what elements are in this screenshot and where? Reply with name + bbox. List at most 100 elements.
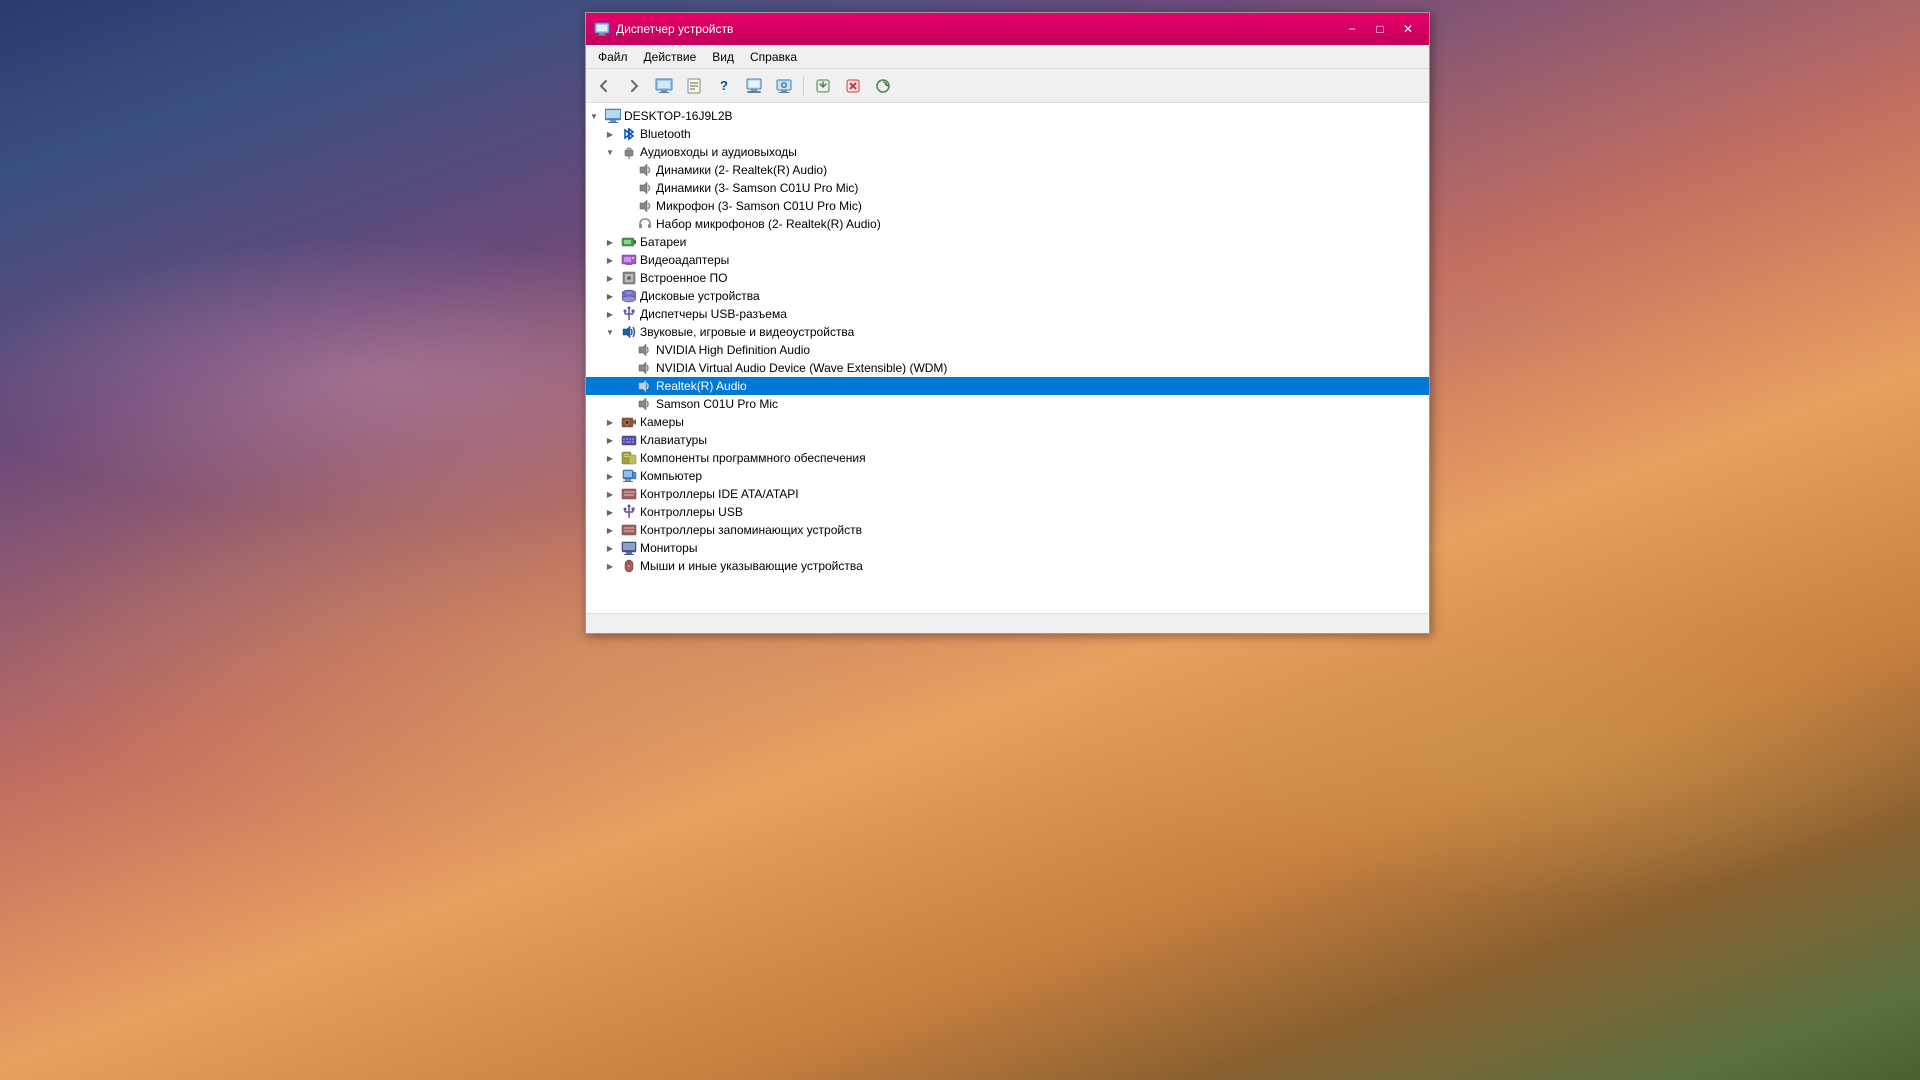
tree-item-keyboard[interactable]: ▶ Клавиатуры <box>586 431 1429 449</box>
tree-item-samson[interactable]: Samson C01U Pro Mic <box>586 395 1429 413</box>
samson-icon <box>637 396 653 412</box>
tree-item-sound[interactable]: ▼ Звуковые, игровые и видеоустройства <box>586 323 1429 341</box>
video-expand[interactable]: ▶ <box>602 252 618 268</box>
toolbar-view2[interactable] <box>740 73 768 99</box>
usb-ctrl-label: Диспетчеры USB-разъема <box>640 307 787 321</box>
tree-item-realtek[interactable]: Realtek(R) Audio <box>586 377 1429 395</box>
speaker1-label: Динамики (2- Realtek(R) Audio) <box>656 163 827 177</box>
monitors-expand[interactable]: ▶ <box>602 540 618 556</box>
toolbar-back[interactable] <box>590 73 618 99</box>
computer2-icon <box>621 468 637 484</box>
tree-item-mice[interactable]: ▶ Мыши и иные указывающие устройства <box>586 557 1429 575</box>
bluetooth-icon <box>621 126 637 142</box>
mice-icon <box>621 558 637 574</box>
realtek-icon <box>637 378 653 394</box>
usb-expand[interactable]: ▶ <box>602 306 618 322</box>
mic1-label: Микрофон (3- Samson C01U Pro Mic) <box>656 199 862 213</box>
nvidia-hd-icon <box>637 342 653 358</box>
sound-expand[interactable]: ▼ <box>602 324 618 340</box>
tree-item-mic1[interactable]: Микрофон (3- Samson C01U Pro Mic) <box>586 197 1429 215</box>
bluetooth-expand[interactable]: ▶ <box>602 126 618 142</box>
nvidia-virt-icon <box>637 360 653 376</box>
menu-view[interactable]: Вид <box>704 48 742 66</box>
cameras-icon <box>621 414 637 430</box>
computer-icon <box>605 108 621 124</box>
tree-item-audio-io[interactable]: ▼ Аудиовходы и аудиовыходы <box>586 143 1429 161</box>
tree-item-speaker1[interactable]: Динамики (2- Realtek(R) Audio) <box>586 161 1429 179</box>
samson-label: Samson C01U Pro Mic <box>656 397 778 411</box>
usb2-expand[interactable]: ▶ <box>602 504 618 520</box>
root-expand-icon[interactable]: ▼ <box>586 108 602 124</box>
disk-expand[interactable]: ▶ <box>602 288 618 304</box>
tree-item-disk[interactable]: ▶ Дисковые устройства <box>586 287 1429 305</box>
mice-expand[interactable]: ▶ <box>602 558 618 574</box>
keyboard-expand[interactable]: ▶ <box>602 432 618 448</box>
ide-label: Контроллеры IDE ATA/ATAPI <box>640 487 799 501</box>
computer-label: Компьютер <box>640 469 702 483</box>
tree-item-usb-ctrl[interactable]: ▶ Диспетчеры USB-разъема <box>586 305 1429 323</box>
speaker2-icon <box>637 180 653 196</box>
audio-io-expand[interactable]: ▼ <box>602 144 618 160</box>
tree-item-battery[interactable]: ▶ Батареи <box>586 233 1429 251</box>
menu-file[interactable]: Файл <box>590 48 636 66</box>
device-tree[interactable]: ▼ DESKTOP-16J9L2B ▶ <box>586 103 1429 613</box>
tree-item-computer[interactable]: ▶ Компьютер <box>586 467 1429 485</box>
toolbar-overview[interactable] <box>650 73 678 99</box>
toolbar-update[interactable] <box>809 73 837 99</box>
tree-item-firmware[interactable]: ▶ Встроенное ПО <box>586 269 1429 287</box>
minimize-button[interactable]: − <box>1339 18 1365 40</box>
maximize-button[interactable]: □ <box>1367 18 1393 40</box>
menu-help[interactable]: Справка <box>742 48 805 66</box>
firmware-icon <box>621 270 637 286</box>
video-label: Видеоадаптеры <box>640 253 729 267</box>
battery-label: Батареи <box>640 235 686 249</box>
tree-item-headset[interactable]: Набор микрофонов (2- Realtek(R) Audio) <box>586 215 1429 233</box>
tree-item-software[interactable]: ▶ Компоненты программного обеспечения <box>586 449 1429 467</box>
toolbar-remove[interactable] <box>839 73 867 99</box>
menubar: Файл Действие Вид Справка <box>586 45 1429 69</box>
statusbar <box>586 613 1429 633</box>
tree-item-nvidia-hd[interactable]: NVIDIA High Definition Audio <box>586 341 1429 359</box>
battery-icon <box>621 234 637 250</box>
toolbar-scan[interactable] <box>869 73 897 99</box>
content-area: ▼ DESKTOP-16J9L2B ▶ <box>586 103 1429 613</box>
toolbar-help[interactable]: ? <box>710 73 738 99</box>
bluetooth-label: Bluetooth <box>640 127 691 141</box>
disk-icon <box>621 288 637 304</box>
ide-expand[interactable]: ▶ <box>602 486 618 502</box>
headset-icon <box>637 216 653 232</box>
usb2-icon <box>621 504 637 520</box>
root-label: DESKTOP-16J9L2B <box>624 109 733 123</box>
cameras-expand[interactable]: ▶ <box>602 414 618 430</box>
storage-label: Контроллеры запоминающих устройств <box>640 523 862 537</box>
firmware-expand[interactable]: ▶ <box>602 270 618 286</box>
titlebar-icon <box>594 21 610 37</box>
audio-io-label: Аудиовходы и аудиовыходы <box>640 145 797 159</box>
toolbar-properties[interactable] <box>680 73 708 99</box>
toolbar-forward[interactable] <box>620 73 648 99</box>
tree-item-monitors[interactable]: ▶ Мониторы <box>586 539 1429 557</box>
close-button[interactable]: ✕ <box>1395 18 1421 40</box>
menu-action[interactable]: Действие <box>636 48 705 66</box>
tree-root[interactable]: ▼ DESKTOP-16J9L2B <box>586 107 1429 125</box>
audio-io-icon <box>621 144 637 160</box>
tree-item-speaker2[interactable]: Динамики (3- Samson C01U Pro Mic) <box>586 179 1429 197</box>
keyboard-label: Клавиатуры <box>640 433 707 447</box>
window-title: Диспетчер устройств <box>616 22 1337 36</box>
software-label: Компоненты программного обеспечения <box>640 451 866 465</box>
tree-item-bluetooth[interactable]: ▶ Bluetooth <box>586 125 1429 143</box>
tree-item-storage[interactable]: ▶ Контроллеры запоминающих устройств <box>586 521 1429 539</box>
software-expand[interactable]: ▶ <box>602 450 618 466</box>
computer-expand[interactable]: ▶ <box>602 468 618 484</box>
toolbar-monitor[interactable] <box>770 73 798 99</box>
usb-icon <box>621 306 637 322</box>
tree-item-video[interactable]: ▶ Видеоадаптеры <box>586 251 1429 269</box>
tree-item-nvidia-virt[interactable]: NVIDIA Virtual Audio Device (Wave Extens… <box>586 359 1429 377</box>
device-manager-window: Диспетчер устройств − □ ✕ Файл Действие … <box>585 12 1430 634</box>
storage-expand[interactable]: ▶ <box>602 522 618 538</box>
tree-item-usb2[interactable]: ▶ Контроллеры USB <box>586 503 1429 521</box>
tree-item-ide[interactable]: ▶ Контроллеры IDE ATA/ATAPI <box>586 485 1429 503</box>
battery-expand[interactable]: ▶ <box>602 234 618 250</box>
tree-item-cameras[interactable]: ▶ Камеры <box>586 413 1429 431</box>
nvidia-virt-label: NVIDIA Virtual Audio Device (Wave Extens… <box>656 361 947 375</box>
